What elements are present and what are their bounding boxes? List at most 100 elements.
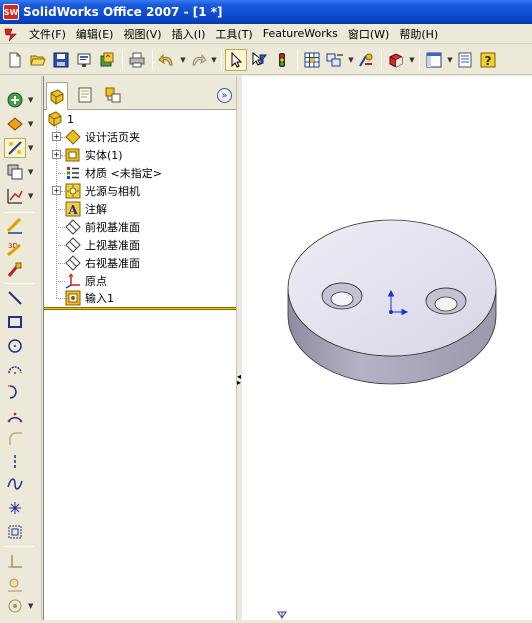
- grid-icon[interactable]: [301, 49, 323, 71]
- tree-root[interactable]: 1: [47, 110, 74, 128]
- save-icon[interactable]: [50, 49, 72, 71]
- reference-geometry-dropdown-icon[interactable]: ▼: [28, 192, 33, 200]
- tree-item-label: 右视基准面: [85, 257, 140, 270]
- sketch-toolbar-icon[interactable]: [4, 114, 26, 134]
- configurationmanager-tab[interactable]: [102, 84, 124, 106]
- menu-help[interactable]: 帮助(H): [394, 26, 443, 42]
- features-toolbar-icon[interactable]: [4, 90, 26, 110]
- part-icon: [48, 111, 62, 127]
- redo-icon[interactable]: [187, 49, 209, 71]
- smart-dimension-tool-icon[interactable]: [4, 260, 26, 280]
- new-icon[interactable]: [4, 49, 26, 71]
- point-tool-icon[interactable]: [4, 498, 26, 518]
- options-icon[interactable]: [96, 49, 118, 71]
- toolbar-separator: [297, 49, 298, 70]
- 3d-sketch-icon[interactable]: 3D: [4, 238, 26, 258]
- display-style-dropdown-icon[interactable]: ▼: [446, 49, 454, 71]
- expand-solid-bodies[interactable]: +: [52, 150, 61, 159]
- features-dropdown-icon[interactable]: ▼: [28, 96, 33, 104]
- spline-tool-icon[interactable]: [4, 474, 26, 494]
- properties-icon[interactable]: [454, 49, 476, 71]
- circle-tool-icon[interactable]: [4, 336, 26, 356]
- tree-item-label: 前视基准面: [85, 221, 140, 234]
- tree-connector: [56, 173, 65, 174]
- select-icon[interactable]: [225, 48, 247, 71]
- sketch-fillet-icon[interactable]: [4, 596, 26, 616]
- undo-dropdown-icon[interactable]: ▼: [179, 49, 187, 71]
- open-icon[interactable]: [27, 49, 49, 71]
- tree-item-origin[interactable]: 原点: [65, 272, 107, 290]
- menu-insert[interactable]: 插入(I): [167, 26, 211, 42]
- assembly-dropdown-icon[interactable]: ▼: [28, 168, 33, 176]
- menu-window[interactable]: 窗口(W): [343, 26, 394, 42]
- origin-icon: [65, 273, 80, 289]
- menu-tools[interactable]: 工具(T): [210, 26, 257, 42]
- rectangle-tool-icon[interactable]: [4, 312, 26, 332]
- select-filter-icon[interactable]: [248, 49, 270, 71]
- imported-feature-icon: [65, 290, 81, 306]
- tree-item-solid-bodies[interactable]: 实体(1): [65, 146, 123, 164]
- annotations-icon: A: [65, 201, 81, 217]
- plane-icon: [65, 255, 81, 271]
- dimensions-dropdown-icon[interactable]: ▼: [28, 144, 33, 152]
- graphics-area[interactable]: [242, 76, 532, 620]
- print-preview-icon[interactable]: [73, 49, 95, 71]
- offset-entities-icon[interactable]: [4, 522, 26, 542]
- centerline-tool-icon[interactable]: [4, 452, 26, 472]
- svg-text:?: ?: [485, 54, 492, 68]
- expand-lights-cameras[interactable]: +: [52, 186, 61, 195]
- view-orientation-icon[interactable]: [385, 49, 407, 71]
- tree-item-top-plane[interactable]: 上视基准面: [65, 236, 140, 254]
- line-tool-icon[interactable]: [4, 288, 26, 308]
- menu-edit[interactable]: 编辑(E): [71, 26, 119, 42]
- tangent-arc-icon[interactable]: [4, 382, 26, 402]
- tree-item-material[interactable]: 材质 <未指定>: [65, 164, 162, 182]
- display-style-icon[interactable]: [423, 49, 445, 71]
- sketch-relations-icon[interactable]: [324, 49, 346, 71]
- fillet-tool-icon[interactable]: [4, 428, 26, 448]
- tree-item-label: 输入1: [85, 292, 114, 305]
- collapse-panel-button[interactable]: »: [217, 88, 232, 103]
- view-orientation-dropdown-icon[interactable]: ▼: [408, 49, 416, 71]
- tree-item-label: 实体(1): [85, 149, 123, 162]
- reference-geometry-icon[interactable]: [4, 186, 26, 206]
- standard-toolbar: ▼ ▼ ▼ ▼ ▼ ?: [0, 45, 532, 75]
- design-binder-icon: [65, 129, 81, 145]
- plane-icon: [65, 237, 81, 253]
- help-icon[interactable]: ?: [477, 49, 499, 71]
- sketch-dropdown-icon[interactable]: ▼: [28, 120, 33, 128]
- expand-design-binder[interactable]: +: [52, 132, 61, 141]
- undo-icon[interactable]: [156, 49, 178, 71]
- print-icon[interactable]: [126, 49, 148, 71]
- sketch-fillet-dropdown-icon[interactable]: ▼: [28, 602, 33, 610]
- menu-featureworks[interactable]: FeatureWorks: [258, 27, 343, 40]
- tree-connector: [56, 263, 65, 264]
- solidworks-logo-icon: SW: [3, 4, 19, 20]
- tree-item-right-plane[interactable]: 右视基准面: [65, 254, 140, 272]
- tree-item-label: 原点: [85, 275, 107, 288]
- dimensions-relations-icon[interactable]: [4, 138, 26, 158]
- rollback-bar[interactable]: [44, 307, 236, 310]
- featuremanager-tab[interactable]: [46, 82, 68, 110]
- sketch-relations-dropdown-icon[interactable]: ▼: [347, 49, 355, 71]
- centerpoint-arc-icon[interactable]: [4, 359, 26, 379]
- propertymanager-tab[interactable]: [74, 84, 96, 106]
- tree-item-lights-cameras[interactable]: 光源与相机: [65, 182, 140, 200]
- rebuild-icon[interactable]: [271, 49, 293, 71]
- tree-item-design-binder[interactable]: 设计活页夹: [65, 128, 140, 146]
- menu-view[interactable]: 视图(V): [118, 26, 166, 42]
- menu-file[interactable]: 文件(F): [24, 26, 71, 42]
- sketch-icon[interactable]: [4, 216, 26, 236]
- solidworks-menu-icon[interactable]: [2, 26, 20, 42]
- command-toolbar: ▼ ▼ ▼ ▼ ▼ 3D ▼: [0, 76, 42, 620]
- assembly-toolbar-icon[interactable]: [4, 162, 26, 182]
- tree-item-import1[interactable]: 输入1: [65, 289, 114, 307]
- smart-dimension-icon[interactable]: [355, 49, 377, 71]
- tree-item-annotations[interactable]: A 注解: [65, 200, 107, 218]
- display-relations-icon[interactable]: [4, 574, 26, 594]
- 3point-arc-icon[interactable]: [4, 406, 26, 426]
- tree-item-front-plane[interactable]: 前视基准面: [65, 218, 140, 236]
- part-model: [287, 219, 497, 385]
- add-relation-icon[interactable]: [4, 552, 26, 572]
- redo-dropdown-icon[interactable]: ▼: [210, 49, 218, 71]
